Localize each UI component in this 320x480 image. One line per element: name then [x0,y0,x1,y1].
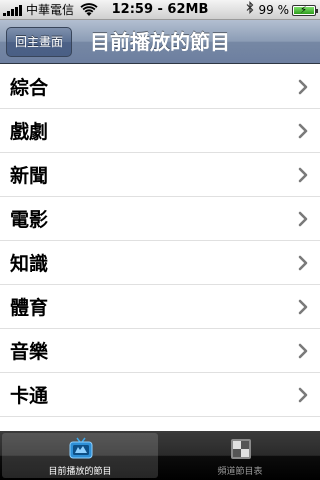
list-item-label: 電影 [10,209,49,231]
list-item-label: 綜合 [10,77,49,99]
list-item-label: 音樂 [10,341,49,363]
chevron-right-icon [298,79,308,95]
chevron-right-icon [298,123,308,139]
list-item-label: 體育 [10,297,49,319]
tab-bar: 目前播放的節目 頻道節目表 [0,431,320,480]
battery-icon: ⚡ [292,4,318,16]
navigation-bar: 回主畫面 目前播放的節目 [0,20,320,64]
list-item-label: 知識 [10,253,49,275]
grid-icon [228,437,254,461]
list-item-label: 新聞 [10,165,49,187]
tv-icon [68,437,94,461]
list-item[interactable]: 綜合 [0,65,320,109]
list-item[interactable]: 卡通 [0,373,320,417]
list-item[interactable]: 知識 [0,241,320,285]
status-bar: 中華電信 12:59 - 62MB 99 % ⚡ [0,0,320,20]
list-item-label: 戲劇 [10,121,49,143]
charging-bolt-icon: ⚡ [300,4,308,16]
chevron-right-icon [298,387,308,403]
list-item[interactable]: 音樂 [0,329,320,373]
tab-channel-schedule-label: 頻道節目表 [217,467,263,477]
bluetooth-icon [246,0,254,20]
chevron-right-icon [298,255,308,271]
list-item[interactable]: 戲劇 [0,109,320,153]
list-item-label: 卡通 [10,385,49,407]
chevron-right-icon [298,299,308,315]
chevron-right-icon [298,343,308,359]
list-item[interactable] [0,417,320,432]
tab-now-playing[interactable]: 目前播放的節目 [2,433,158,478]
back-to-home-button[interactable]: 回主畫面 [6,27,72,57]
tab-channel-schedule[interactable]: 頻道節目表 [162,433,318,478]
chevron-right-icon [298,167,308,183]
category-list[interactable]: 綜合戲劇新聞電影知識體育音樂卡通 [0,65,320,432]
list-item[interactable]: 新聞 [0,153,320,197]
list-item[interactable]: 電影 [0,197,320,241]
status-right: 99 % ⚡ [246,0,318,20]
tab-now-playing-label: 目前播放的節目 [48,467,112,477]
list-item[interactable]: 體育 [0,285,320,329]
chevron-right-icon [298,211,308,227]
page-title: 目前播放的節目 [90,30,230,54]
battery-percent: 99 % [258,3,290,17]
